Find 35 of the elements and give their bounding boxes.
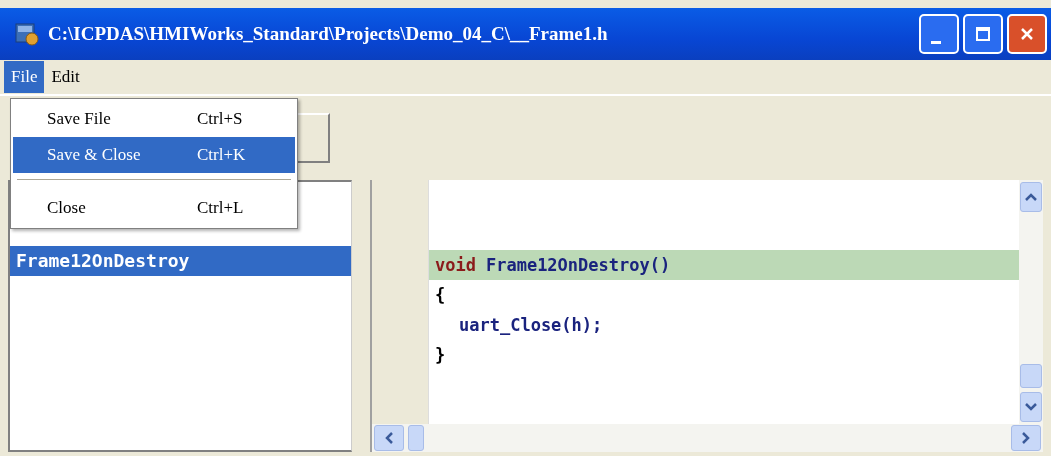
menu-entry-label: Save File — [47, 109, 112, 129]
scroll-thumb[interactable] — [408, 425, 424, 451]
scroll-right-button[interactable] — [1011, 425, 1041, 451]
window-title: C:\ICPDAS\HMIWorks_Standard\Projects\Demo_04_C\__Frame1.h — [48, 23, 608, 45]
menu-entry[interactable]: Save File Ctrl+S — [13, 101, 295, 137]
function-list-item[interactable]: Frame12OnDestroy — [10, 246, 351, 276]
horizontal-scrollbar[interactable] — [372, 424, 1043, 452]
menu-item[interactable]: Edit — [44, 61, 87, 93]
close-button[interactable] — [1007, 14, 1047, 54]
minimize-icon — [931, 40, 941, 44]
code-line: } — [434, 344, 447, 367]
code-line: uart_Close(h); — [458, 314, 604, 337]
chevron-up-icon — [1024, 192, 1038, 202]
shortcut-label: Ctrl+K — [197, 145, 246, 165]
chevron-right-icon — [1021, 431, 1031, 445]
scroll-down-button[interactable] — [1020, 392, 1042, 422]
menu-item[interactable]: File — [4, 61, 45, 93]
close-icon — [1019, 26, 1035, 42]
scroll-up-button[interactable] — [1020, 182, 1042, 212]
maximize-button[interactable] — [963, 14, 1003, 54]
menu-entry[interactable]: Close Ctrl+L — [13, 190, 295, 226]
menu-entry-label: Close — [47, 198, 87, 218]
menu-entry-label: Save & Close — [47, 145, 142, 165]
chevron-down-icon — [1024, 402, 1038, 412]
shortcut-label: Ctrl+S — [197, 109, 243, 129]
shortcut-label: Ctrl+L — [197, 198, 244, 218]
chevron-left-icon — [384, 431, 394, 445]
code-line: { — [434, 284, 447, 307]
app-window-icon — [14, 21, 40, 47]
scroll-thumb[interactable] — [1020, 364, 1042, 388]
maximize-icon — [975, 26, 991, 42]
scroll-left-button[interactable] — [374, 425, 404, 451]
vertical-scrollbar[interactable] — [1019, 180, 1043, 424]
menu-entry[interactable]: Save & Close Ctrl+K — [13, 137, 295, 173]
minimize-button[interactable] — [919, 14, 959, 54]
